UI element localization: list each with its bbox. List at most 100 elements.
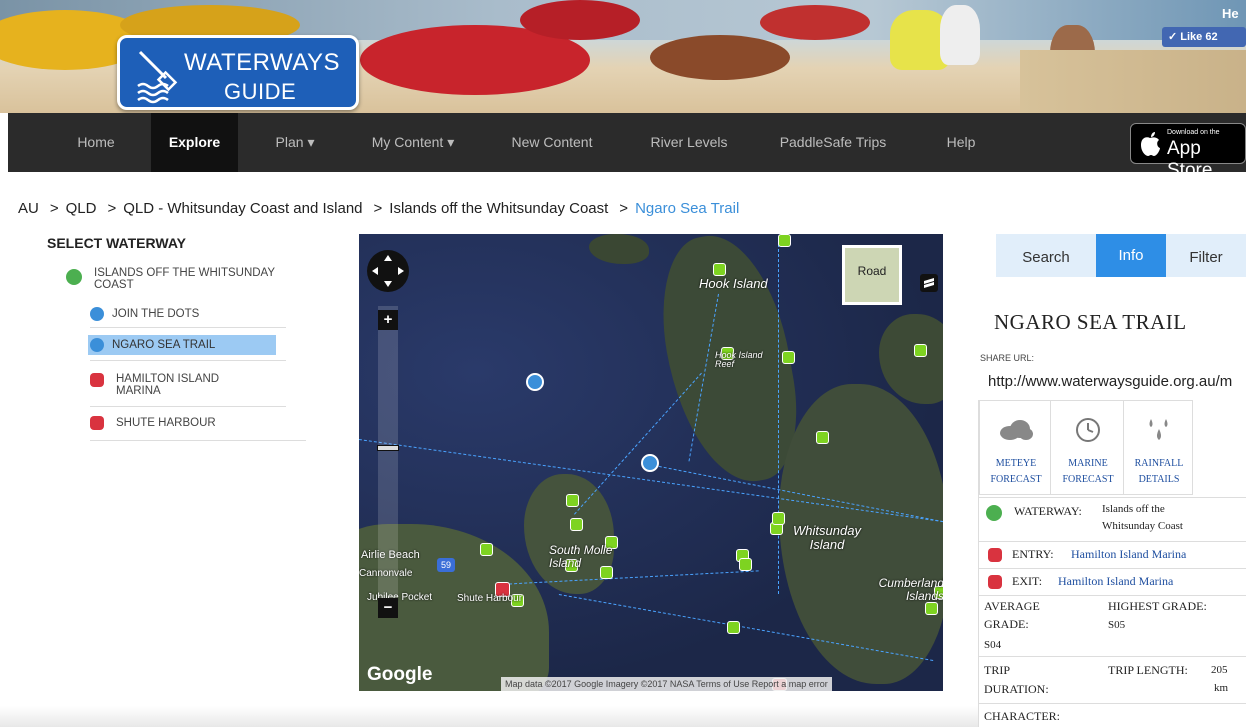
- map-marker[interactable]: [778, 234, 791, 247]
- map-marker[interactable]: [480, 543, 493, 556]
- breadcrumb-separator: >: [619, 200, 629, 217]
- tab-search[interactable]: Search: [996, 234, 1096, 277]
- zoom-slider[interactable]: [378, 306, 398, 616]
- marine-label-2: FORECAST: [1062, 474, 1114, 485]
- nav-plan[interactable]: Plan ▾: [256, 113, 334, 172]
- map-type-road-button[interactable]: Road: [842, 245, 902, 305]
- rainfall-details-link[interactable]: RAINFALL DETAILS: [1123, 400, 1193, 495]
- nav-river-levels[interactable]: River Levels: [634, 113, 744, 172]
- breadcrumb-region[interactable]: QLD - Whitsunday Coast and Island: [123, 200, 362, 217]
- waterway-item-label: NGARO SEA TRAIL: [112, 339, 216, 351]
- entry-row: ENTRY: Hamilton Island Marina: [978, 541, 1246, 567]
- map-label-jubilee: Jubilee Pocket: [367, 592, 433, 603]
- sea-trail-marker[interactable]: [526, 373, 544, 391]
- zoom-in-button[interactable]: +: [378, 310, 398, 330]
- map-marker[interactable]: [782, 351, 795, 364]
- nav-paddlesafe-trips[interactable]: PaddleSafe Trips: [764, 113, 902, 172]
- map-view[interactable]: Hook Island Hook Island Reef Whitsunday …: [359, 234, 943, 691]
- map-label-south-molle: South Molle Island: [549, 543, 613, 570]
- exit-link[interactable]: Hamilton Island Marina: [1058, 574, 1173, 589]
- sea-trail-icon: [90, 307, 104, 321]
- kayak-red-3: [760, 5, 870, 40]
- trip-duration-label-1: TRIP: [984, 663, 1011, 677]
- character-row: CHARACTER:: [978, 703, 1246, 727]
- breadcrumb-qld[interactable]: QLD: [66, 200, 97, 217]
- meteye-label-2: FORECAST: [990, 474, 1042, 485]
- trip-length-value: 205: [1211, 664, 1228, 676]
- nav-home[interactable]: Home: [59, 113, 133, 172]
- breadcrumb-separator: >: [107, 200, 117, 217]
- divider: [90, 440, 306, 441]
- map-label-cumberland: Cumberland Islands: [878, 576, 943, 603]
- zoom-slider-handle[interactable]: [377, 445, 399, 451]
- nav-new-content[interactable]: New Content: [494, 113, 610, 172]
- layers-icon: [924, 278, 934, 288]
- car-icon: [988, 548, 1002, 562]
- logo-text-guide: GUIDE: [224, 79, 297, 104]
- appstore-big-text: App Store: [1167, 138, 1213, 181]
- car-icon: [90, 373, 104, 387]
- waterway-item-join-the-dots[interactable]: JOIN THE DOTS: [90, 305, 286, 325]
- marine-forecast-link[interactable]: MARINE FORECAST: [1050, 400, 1124, 495]
- map-marker[interactable]: [570, 518, 583, 531]
- kayak-brown: [650, 35, 790, 80]
- meteye-forecast-link[interactable]: METEYE FORECAST: [979, 400, 1051, 495]
- divider: [90, 327, 286, 328]
- pan-control[interactable]: [367, 250, 409, 292]
- map-marker[interactable]: [816, 431, 829, 444]
- map-marker[interactable]: [713, 263, 726, 276]
- trip-duration-label-2: DURATION:: [984, 682, 1049, 696]
- share-url-label: SHARE URL:: [980, 353, 1035, 363]
- sea-trail-icon: [90, 338, 104, 352]
- map-label-hook-reef: Hook Island Reef: [715, 350, 763, 369]
- zoom-out-button[interactable]: −: [378, 598, 398, 618]
- layers-button[interactable]: [920, 274, 938, 292]
- apple-icon: [1141, 132, 1160, 156]
- share-url-value[interactable]: http://www.waterwaysguide.org.au/m: [988, 373, 1232, 390]
- kayak-red-2: [520, 0, 640, 40]
- banner-beach: [1020, 50, 1246, 113]
- average-grade-label-2: GRADE:: [984, 617, 1029, 631]
- average-grade-label-1: AVERAGE: [984, 599, 1040, 613]
- entry-link[interactable]: Hamilton Island Marina: [1071, 547, 1186, 562]
- sea-trail-marker[interactable]: [641, 454, 659, 472]
- header-corner-text: He: [1222, 6, 1239, 21]
- map-marker[interactable]: [914, 344, 927, 357]
- waterway-value-line1: Islands off the: [1102, 503, 1165, 515]
- breadcrumb-waterway[interactable]: Islands off the Whitsunday Coast: [389, 200, 608, 217]
- panel-tabs: Search Info Filter: [996, 234, 1246, 277]
- map-marker[interactable]: [925, 602, 938, 615]
- waterway-icon: [986, 505, 1002, 521]
- header-banner: WATERWAYS GUIDE He ✓ Like 62: [0, 0, 1246, 113]
- car-icon: [988, 575, 1002, 589]
- waterways-guide-logo[interactable]: WATERWAYS GUIDE: [117, 35, 359, 110]
- waterway-item-shute-harbour[interactable]: SHUTE HARBOUR: [90, 414, 286, 434]
- breadcrumb-au[interactable]: AU: [18, 200, 39, 217]
- waterway-icon: [66, 269, 82, 285]
- nav-help[interactable]: Help: [926, 113, 996, 172]
- waterway-row: WATERWAY: Islands off the Whitsunday Coa…: [978, 497, 1246, 539]
- map-marker[interactable]: [772, 512, 785, 525]
- waterway-item-label: HAMILTON ISLAND MARINA: [116, 373, 220, 397]
- grade-row: AVERAGE GRADE: S04 HIGHEST GRADE: S05: [978, 595, 1246, 655]
- nav-explore[interactable]: Explore: [151, 113, 238, 172]
- waterway-item-hamilton-island-marina[interactable]: HAMILTON ISLAND MARINA: [90, 370, 286, 400]
- waterway-item-islands[interactable]: ISLANDS OFF THE WHITSUNDAY COAST: [66, 265, 286, 299]
- map-attribution[interactable]: Map data ©2017 Google Imagery ©2017 NASA…: [501, 677, 832, 691]
- cloud-icon: [1000, 420, 1033, 440]
- select-waterway-title: SELECT WATERWAY: [47, 235, 186, 251]
- app-store-badge[interactable]: Download on the App Store: [1130, 123, 1246, 181]
- car-icon: [90, 416, 104, 430]
- appstore-small-text: Download on the: [1167, 129, 1220, 136]
- tab-info[interactable]: Info: [1096, 234, 1166, 277]
- waterway-item-label: SHUTE HARBOUR: [116, 417, 216, 429]
- highest-grade-label: HIGHEST GRADE:: [1108, 599, 1207, 613]
- map-marker[interactable]: [727, 621, 740, 634]
- facebook-like-button[interactable]: ✓ Like 62: [1162, 27, 1246, 47]
- map-marker[interactable]: [739, 558, 752, 571]
- character-label: CHARACTER:: [984, 709, 1061, 723]
- nav-my-content[interactable]: My Content ▾: [354, 113, 472, 172]
- map-marker[interactable]: [566, 494, 579, 507]
- waterway-item-ngaro-sea-trail[interactable]: NGARO SEA TRAIL: [88, 335, 276, 355]
- tab-filter[interactable]: Filter: [1166, 234, 1246, 277]
